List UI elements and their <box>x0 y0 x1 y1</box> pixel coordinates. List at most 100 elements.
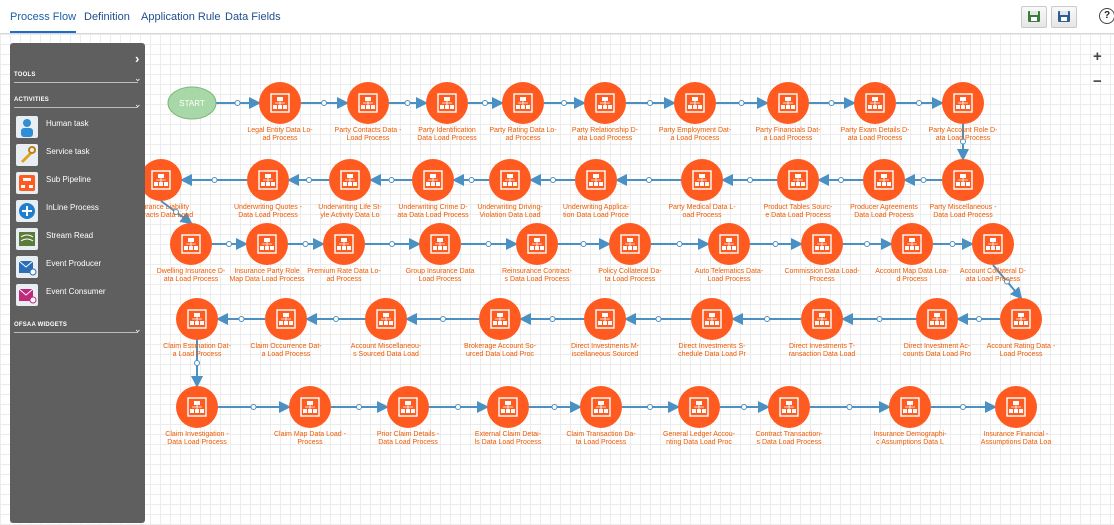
process-node[interactable]: Party Relationship D-ata Load Process <box>572 82 639 142</box>
link-handle[interactable] <box>250 404 257 410</box>
link-handle[interactable] <box>916 100 922 106</box>
process-node[interactable]: Party Medical Data L-oad Process <box>668 159 736 219</box>
process-node[interactable]: Prior Claim Details -Data Load Process <box>377 386 440 446</box>
link-handle[interactable] <box>838 177 844 183</box>
link-handle[interactable] <box>356 404 362 410</box>
process-node[interactable]: Claim Occurrence Dat-a Load Process <box>250 298 322 358</box>
process-node[interactable]: Underwriting Crime D-ata Data Load Proce… <box>397 159 469 219</box>
palette-item-sub-pipeline[interactable]: Sub Pipeline <box>16 172 140 198</box>
link-handle[interactable] <box>321 100 327 106</box>
zoom-out-button[interactable]: − <box>1093 73 1102 90</box>
process-node[interactable]: Brokerage Account So-urced Data Load Pro… <box>464 298 537 358</box>
process-node[interactable]: Auto Telematics Data-Load Process <box>695 223 764 283</box>
link-handle[interactable] <box>920 177 927 183</box>
link-handle[interactable] <box>976 316 982 322</box>
process-node[interactable]: Policy Collateral Da-ta Load Process <box>598 223 662 283</box>
process-node[interactable]: Claim Estimation Dat-a Load Process <box>163 298 232 358</box>
link-handle[interactable] <box>846 404 853 410</box>
process-node[interactable]: Commission Data Load-Process <box>784 223 860 283</box>
link-handle[interactable] <box>482 100 488 106</box>
process-node[interactable]: Producer AgreementsData Load Process <box>850 159 918 219</box>
process-node[interactable]: Party Rating Data Lo-ad Process <box>489 82 557 142</box>
process-node[interactable]: Party Financials Dat-a Load Process <box>756 82 822 142</box>
process-node[interactable]: Party Employment Dat-a Load Process <box>659 82 732 142</box>
process-node[interactable]: Party Exam Details D-ata Load Process <box>841 82 911 142</box>
link-handle[interactable] <box>747 177 753 183</box>
process-node[interactable]: Underwriting Applica-tion Data Load Proc… <box>563 159 630 219</box>
link-handle[interactable] <box>828 100 835 106</box>
link-handle[interactable] <box>388 177 395 183</box>
process-node[interactable]: Party IdentificationData Load Process <box>417 82 477 142</box>
link-handle[interactable] <box>211 177 218 183</box>
process-node[interactable]: Underwriting Life St-yle Activity Data L… <box>318 159 382 219</box>
link-handle[interactable] <box>549 316 556 322</box>
process-node[interactable]: Legal Entity Data Lo-ad Process <box>247 82 313 142</box>
process-node[interactable]: Insurance Demographi-c Assumptions Data … <box>873 386 947 446</box>
palette-item-inline-process[interactable]: InLine Process <box>16 200 140 226</box>
link-handle[interactable] <box>949 241 956 247</box>
link-handle[interactable] <box>404 100 411 106</box>
zoom-in-button[interactable]: + <box>1093 48 1102 65</box>
process-node[interactable]: Underwriting Quotes -Data Load Process <box>234 159 303 219</box>
link-handle[interactable] <box>238 316 245 322</box>
link-handle[interactable] <box>864 241 870 247</box>
collapse-palette-button[interactable]: › <box>135 51 139 66</box>
process-node[interactable]: Claim Transaction Da-ta Load Process <box>566 386 636 446</box>
link-handle[interactable] <box>764 316 770 322</box>
link-handle[interactable] <box>580 241 587 247</box>
palette-item-human-task[interactable]: Human task <box>16 116 140 142</box>
process-node[interactable]: Claim Investigation -Data Load Process <box>165 386 229 446</box>
palette-item-stream-read[interactable]: Stream Read <box>16 228 140 254</box>
link-handle[interactable] <box>646 177 652 183</box>
process-node[interactable]: Party Miscellaneous -Data Load Process <box>930 159 998 219</box>
process-node[interactable]: Underwriting Driving-Violation Data Load <box>477 159 543 219</box>
process-node[interactable]: External Claim Detai-ls Data Load Proces… <box>475 386 542 446</box>
widgets-chevron-icon[interactable]: ⌄ <box>134 324 142 335</box>
palette-item-service-task[interactable]: Service task <box>16 144 140 170</box>
process-node[interactable]: Claim Map Data Load -Process <box>274 386 347 446</box>
palette-item-event-consumer[interactable]: Event Consumer <box>16 284 140 310</box>
link-handle[interactable] <box>551 404 558 410</box>
link-handle[interactable] <box>389 241 395 247</box>
activities-chevron-icon[interactable]: ⌄ <box>134 99 142 110</box>
process-node[interactable]: Insurance Party RoleMap Data Load Proces… <box>229 223 305 283</box>
process-node[interactable]: General Ledger Accou-nting Data Load Pro… <box>663 386 736 446</box>
link-handle[interactable] <box>485 241 492 247</box>
process-node[interactable]: Insurance Financial -Assumptions Data Lo… <box>981 386 1052 446</box>
link-handle[interactable] <box>455 404 461 410</box>
link-handle[interactable] <box>772 241 779 247</box>
link-handle[interactable] <box>647 404 653 410</box>
link-handle[interactable] <box>960 404 966 410</box>
process-node[interactable]: Dwelling Insurance D-ata Load Process <box>157 223 226 283</box>
link-handle[interactable] <box>741 404 747 410</box>
link-handle[interactable] <box>561 100 567 106</box>
process-node[interactable]: Reinsurance Contract-s Data Load Process <box>502 223 573 283</box>
palette-item-event-producer[interactable]: Event Producer <box>16 256 140 282</box>
link-handle[interactable] <box>333 316 339 322</box>
link-handle[interactable] <box>655 316 662 322</box>
link-handle[interactable] <box>876 316 883 322</box>
process-node[interactable]: Account Collateral D-ata Load Process <box>960 223 1027 283</box>
link-handle[interactable] <box>194 360 200 366</box>
process-node[interactable]: Account Rating Data -Load Process <box>987 298 1056 358</box>
process-node[interactable]: Group Insurance DataLoad Process <box>406 223 475 283</box>
process-node[interactable]: Premium Rate Data Lo-ad Process <box>307 223 381 283</box>
process-node[interactable]: Contract Transaction-s Data Load Process <box>756 386 824 446</box>
link-handle[interactable] <box>226 241 232 247</box>
process-node[interactable]: Direct Investments S-chedule Data Load P… <box>678 298 747 358</box>
process-node[interactable]: Direct Investments M-iscellaneous Source… <box>571 298 640 358</box>
link-handle[interactable] <box>550 177 556 183</box>
link-handle[interactable] <box>306 177 312 183</box>
process-node[interactable]: Product Tables Sourc-e Data Load Process <box>764 159 833 219</box>
link-handle[interactable] <box>676 241 683 247</box>
link-handle[interactable] <box>440 316 446 322</box>
process-node[interactable]: Account Map Data Loa-d Process <box>875 223 949 283</box>
process-node[interactable]: Direct Investments T-ransaction Data Loa… <box>789 298 856 358</box>
link-handle[interactable] <box>468 177 475 183</box>
link-handle[interactable] <box>302 241 309 247</box>
link-handle[interactable] <box>647 100 653 106</box>
start-node[interactable]: START <box>167 86 217 120</box>
process-node[interactable]: Party Contacts Data -Load Process <box>335 82 403 142</box>
process-node[interactable]: Account Miscellaneou-s Sourced Data Load <box>351 298 422 358</box>
link-handle[interactable] <box>738 100 745 106</box>
